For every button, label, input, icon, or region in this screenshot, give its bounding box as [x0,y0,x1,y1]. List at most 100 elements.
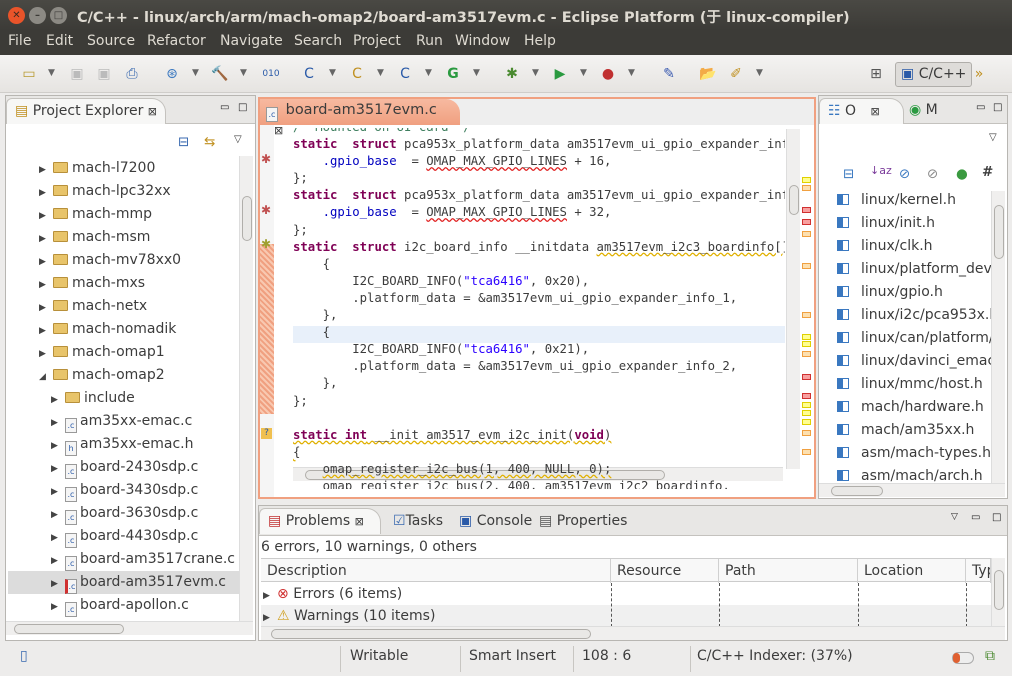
tree-item[interactable]: ▶ .c am35xx-emac.c [51,410,239,433]
overview-annotation-mark[interactable] [802,219,811,225]
outline-item[interactable]: mach/hardware.h [819,396,984,419]
new-file-dropdown[interactable]: ▼ [425,68,432,78]
new-class-icon[interactable]: G [444,65,462,83]
new-class-dropdown[interactable]: ▼ [473,68,480,78]
column-type[interactable]: Type [966,559,991,583]
search-icon[interactable]: ✐ [727,65,745,83]
expand-arrow-icon[interactable]: ▶ [51,435,65,458]
overview-annotation-mark[interactable] [802,312,811,318]
menu-project[interactable]: Project [353,33,401,49]
overview-annotation-mark[interactable] [802,231,811,237]
close-tab-icon[interactable]: ⊠ [148,105,157,118]
tree-item[interactable]: ▶ mach-l7200 [39,157,239,180]
outline-item[interactable]: linux/mmc/host.h [819,373,983,396]
new-source-file-icon[interactable]: C [396,65,414,83]
build-config-dropdown[interactable]: ▼ [192,68,199,78]
tab-outline[interactable]: ☷ O ⊠ [819,98,904,124]
close-tab-icon[interactable]: ⊠ [355,515,364,528]
tree-item[interactable]: ▶ mach-lpc32xx [39,180,239,203]
column-path[interactable]: Path [719,559,858,583]
perspective-overflow-icon[interactable]: » [970,65,988,83]
overview-annotation-mark[interactable] [802,185,811,191]
expand-arrow-icon[interactable]: ▶ [39,182,53,205]
collapse-all-icon[interactable]: ⊟ [843,166,854,182]
collapse-arrow-icon[interactable]: ◢ [39,366,53,389]
new-folder-dropdown[interactable]: ▼ [377,68,384,78]
open-perspective-icon[interactable]: ⊞ [867,65,885,83]
expand-arrow-icon[interactable]: ▶ [51,389,65,412]
expand-arrow-icon[interactable]: ▶ [39,343,53,366]
toggle-mark-occurrences-icon[interactable]: ✎ [660,65,678,83]
problems-row-errors[interactable]: ▶ ⊗ Errors (6 items) [261,583,991,605]
tree-item[interactable]: ▶ .c board-am3517crane.c [51,548,239,571]
tree-item[interactable]: ▶ mach-netx [39,295,239,318]
maximize-icon[interactable]: □ [238,102,247,113]
column-location[interactable]: Location [858,559,966,583]
tree-item[interactable]: ▶ mach-nomadik [39,318,239,341]
tab-properties[interactable]: ▤ Properties [539,513,627,529]
view-menu-icon[interactable]: ▽ [234,134,242,145]
expand-arrow-icon[interactable]: ▶ [51,573,65,596]
new-dropdown[interactable]: ▼ [48,68,55,78]
outline-item[interactable]: linux/gpio.h [819,281,943,304]
outline-item[interactable]: linux/platform_device.h [819,258,991,281]
column-description[interactable]: Description [261,559,611,583]
bug-error-icon[interactable]: ✱ [261,203,271,217]
problems-horizontal-scrollbar[interactable] [261,626,1005,640]
run-icon[interactable]: ▶ [551,65,569,83]
overview-annotation-mark[interactable] [802,430,811,436]
minimize-icon[interactable]: ▭ [220,102,229,113]
close-window-button[interactable]: ✕ [8,7,25,24]
overview-annotation-mark[interactable] [802,177,811,183]
tree-item[interactable]: ▶ mach-msm [39,226,239,249]
column-resource[interactable]: Resource [611,559,719,583]
outline-item[interactable]: linux/i2c/pca953x.h [819,304,991,327]
expand-arrow-icon[interactable]: ▶ [51,481,65,504]
view-menu-icon[interactable]: ▽ [951,512,958,522]
problems-vertical-scrollbar[interactable] [991,558,1005,628]
help-marker-icon[interactable]: ? [261,428,272,439]
explorer-vertical-scrollbar[interactable] [239,156,253,621]
overview-annotation-mark[interactable] [802,419,811,425]
expand-arrow-icon[interactable]: ▶ [39,228,53,251]
external-tools-dropdown[interactable]: ▼ [628,68,635,78]
outline-item[interactable]: asm/mach-types.h [819,442,991,465]
menu-source[interactable]: Source [87,33,135,49]
tab-board-am3517evm[interactable]: .c board-am3517evm.c ⊠ [260,99,460,137]
outline-item[interactable]: linux/clk.h [819,235,933,258]
fast-view-icon[interactable]: ▯ [20,648,28,664]
menu-run[interactable]: Run [416,33,443,49]
editor-vertical-scrollbar[interactable] [786,129,800,469]
tab-problems[interactable]: ▤ Problems ⊠ [259,508,381,534]
tree-item[interactable]: ▶ include [51,387,239,410]
tree-item[interactable]: ▶ .c board-3630sdp.c [51,502,239,525]
tab-project-explorer[interactable]: ▤ Project Explorer ⊠ [6,98,166,124]
save-icon[interactable]: ▣ [68,65,86,83]
outline-item[interactable]: mach/am35xx.h [819,419,974,442]
view-menu-icon[interactable]: ▽ [989,132,997,143]
new-icon[interactable]: ▭ [20,65,38,83]
menu-window[interactable]: Window [455,33,510,49]
debug-dropdown[interactable]: ▼ [532,68,539,78]
overview-annotation-mark[interactable] [802,334,811,340]
expand-arrow-icon[interactable]: ▶ [39,159,53,182]
open-folder-icon[interactable]: 📂 [699,65,717,83]
build-dropdown[interactable]: ▼ [240,68,247,78]
save-all-icon[interactable]: ▣ [95,65,113,83]
overview-annotation-mark[interactable] [802,207,811,213]
tab-console[interactable]: ▣ Console [459,513,532,529]
binary-icon[interactable]: 010 [262,65,280,83]
hammer-build-icon[interactable]: 🔨 [211,65,229,83]
outline-item[interactable]: linux/davinci_emac.h [819,350,991,373]
tree-item[interactable]: ▶ h am35xx-emac.h [51,433,239,456]
minimize-icon[interactable]: ▭ [976,102,985,113]
maximize-window-button[interactable]: □ [50,7,67,24]
hide-nonpublic-icon[interactable]: ● [956,166,968,182]
minimize-window-button[interactable]: – [29,7,46,24]
menu-navigate[interactable]: Navigate [220,33,283,49]
overview-annotation-mark[interactable] [802,410,811,416]
expand-arrow-icon[interactable]: ▶ [51,412,65,435]
overview-annotation-mark[interactable] [802,263,811,269]
link-with-editor-icon[interactable]: ⇆ [204,134,215,150]
overview-annotation-mark[interactable] [802,374,811,380]
